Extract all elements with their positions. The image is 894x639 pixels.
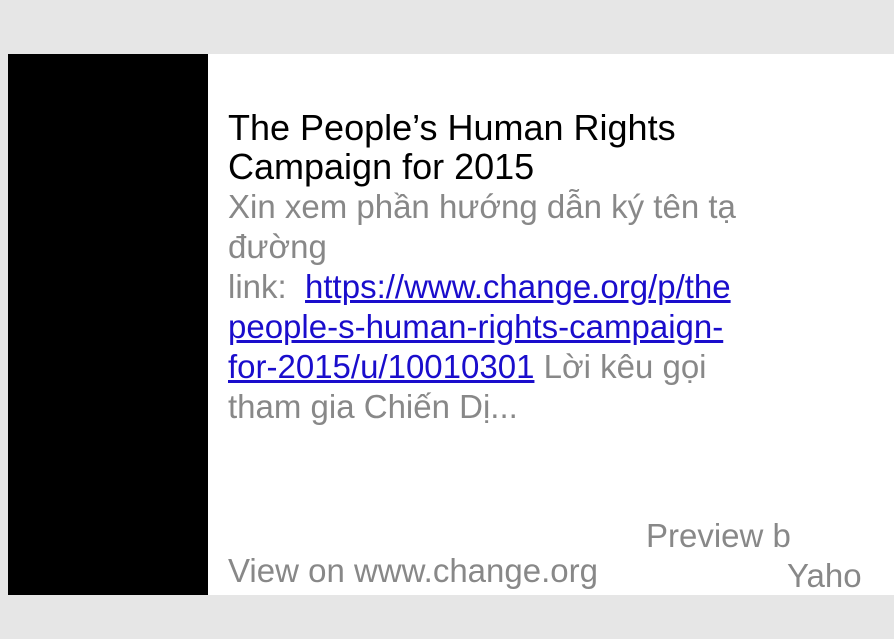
link-prefix: link: <box>228 268 287 305</box>
preview-by-label: Preview b <box>646 517 791 554</box>
preview-title[interactable]: The People’s Human Rights Campaign for 2… <box>228 108 828 186</box>
description-text: Lời kêu gọi <box>543 348 707 385</box>
campaign-link-end[interactable]: for-2015/u/10010301 <box>228 348 534 385</box>
preview-description: Xin xem phần hướng dẫn ký tên tạ đường l… <box>228 187 888 427</box>
yahoo-label: Yaho <box>787 557 862 594</box>
description-line: đường <box>228 228 327 265</box>
description-line: Xin xem phần hướng dẫn ký tên tạ <box>228 188 736 225</box>
description-link-line: people-s-human-rights-campaign- <box>228 307 888 347</box>
preview-footer: View on www.change.org Preview b Yaho <box>228 504 894 595</box>
link-preview-card[interactable]: The People’s Human Rights Campaign for 2… <box>8 54 894 595</box>
description-link-line: link: https://www.change.org/p/the <box>228 267 888 307</box>
preview-content: The People’s Human Rights Campaign for 2… <box>228 108 894 595</box>
view-on-source-link[interactable]: View on www.change.org <box>228 551 620 591</box>
page: The People’s Human Rights Campaign for 2… <box>0 0 894 639</box>
description-line: tham gia Chiến Dị... <box>228 388 518 425</box>
campaign-link[interactable]: https://www.change.org/p/the <box>305 268 731 305</box>
campaign-link-continued[interactable]: people-s-human-rights-campaign- <box>228 308 723 345</box>
preview-by-yahoo: Preview b Yaho <box>646 516 894 595</box>
description-link-line: for-2015/u/10010301 Lời kêu gọi <box>228 347 888 387</box>
preview-thumbnail[interactable] <box>8 54 208 595</box>
